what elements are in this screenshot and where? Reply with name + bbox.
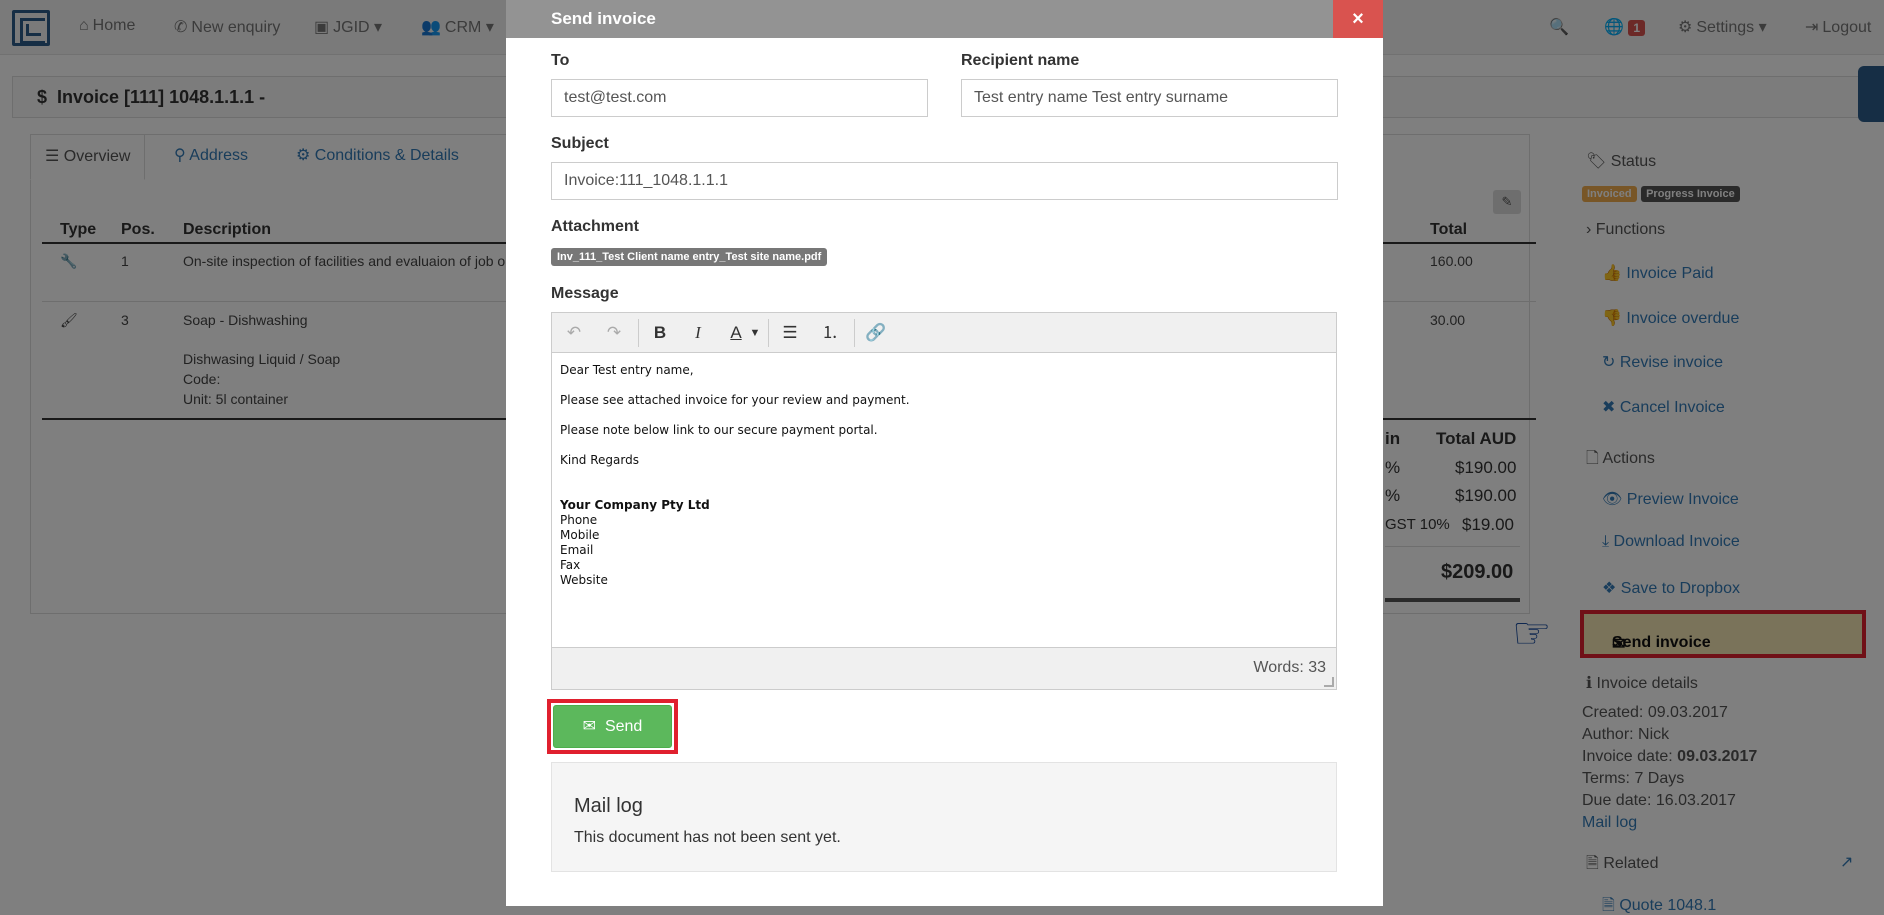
mail-log-panel: Mail log This document has not been sent…: [551, 762, 1337, 872]
message-line: Please note below link to our secure pay…: [560, 423, 878, 437]
italic-icon[interactable]: I: [682, 319, 714, 347]
undo-icon[interactable]: ↶: [558, 319, 590, 347]
redo-icon[interactable]: ↷: [598, 319, 630, 347]
recipient-name-field[interactable]: Test entry name Test entry surname: [961, 79, 1338, 117]
close-button[interactable]: ×: [1333, 0, 1383, 38]
modal-header: Send invoice ×: [506, 0, 1383, 38]
editor-toolbar: ↶ ↷ B I A ▼ ☰ ⒈ 🔗: [552, 313, 1336, 353]
message-label: Message: [551, 285, 619, 302]
envelope-icon: ✉: [582, 718, 597, 735]
mail-log-title: Mail log: [574, 795, 643, 817]
bullet-list-icon[interactable]: ☰: [774, 319, 806, 347]
numbered-list-icon[interactable]: ⒈: [814, 319, 846, 347]
message-closing: Kind Regards: [560, 453, 639, 467]
to-field[interactable]: test@test.com: [551, 79, 928, 117]
link-icon[interactable]: 🔗: [860, 319, 892, 347]
message-editor[interactable]: ↶ ↷ B I A ▼ ☰ ⒈ 🔗 Dear Test entry name, …: [551, 312, 1337, 690]
signature-line: Website: [560, 573, 608, 587]
signature-line: Mobile: [560, 528, 600, 542]
word-count: Words: 33: [1253, 659, 1326, 676]
resize-handle-icon[interactable]: [1324, 677, 1334, 687]
bold-icon[interactable]: B: [644, 319, 676, 347]
editor-content[interactable]: Dear Test entry name, Please see attache…: [560, 363, 1330, 588]
toolbar-divider: [638, 319, 639, 347]
modal-title: Send invoice: [551, 9, 656, 28]
attachment-label: Attachment: [551, 218, 640, 235]
message-greeting: Dear Test entry name,: [560, 363, 694, 377]
recipient-name-label: Recipient name: [961, 52, 1080, 69]
signature-line: Phone: [560, 513, 598, 527]
signature-block: Your Company Pty Ltd Phone Mobile Email …: [560, 498, 1330, 588]
mail-log-message: This document has not been sent yet.: [574, 829, 841, 846]
to-label: To: [551, 52, 570, 69]
subject-field[interactable]: Invoice:111_1048.1.1.1: [551, 162, 1338, 200]
attachment-badge[interactable]: Inv_111_Test Client name entry_Test site…: [551, 248, 828, 266]
signature-company: Your Company Pty Ltd: [560, 498, 710, 512]
subject-label: Subject: [551, 135, 609, 152]
send-button[interactable]: ✉ Send: [553, 705, 672, 748]
toolbar-divider: [854, 319, 855, 347]
toolbar-divider: [768, 319, 769, 347]
message-line: Please see attached invoice for your rev…: [560, 393, 910, 407]
send-button-highlight: ✉ Send: [547, 699, 678, 754]
caret-down-icon[interactable]: ▼: [748, 319, 762, 347]
signature-line: Email: [560, 543, 594, 557]
send-invoice-modal: Send invoice × To test@test.com Recipien…: [506, 0, 1383, 906]
signature-line: Fax: [560, 558, 581, 572]
editor-status-bar: Words: 33: [552, 647, 1336, 689]
